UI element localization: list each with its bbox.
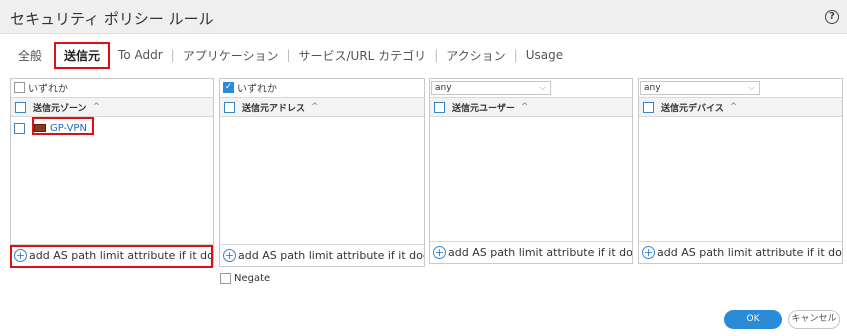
tab-bar: 全般 送信元 To Addr | アプリケーション | サービス/URL カテゴ… (12, 41, 569, 69)
column-header-source-zone[interactable]: 送信元ゾーン ^ (11, 97, 213, 117)
any-checkbox[interactable] (14, 82, 25, 93)
select-all-checkbox[interactable] (643, 101, 654, 113)
any-checkbox-checked[interactable]: ✓ (223, 82, 234, 93)
source-user-panel: any ⌵ 送信元ユーザー ^ + add AS path limit attr… (429, 78, 633, 264)
tab-separator: | (513, 48, 518, 62)
tab-action[interactable]: アクション (440, 44, 511, 67)
tab-application[interactable]: アプリケーション (177, 44, 285, 67)
dropdown-row: any ⌵ (639, 79, 842, 96)
add-icon[interactable]: + (223, 249, 236, 262)
footer-label: add AS path limit attribute if it does n… (657, 246, 842, 259)
any-label: いずれか (28, 84, 68, 95)
footer-label: add AS path limit attribute if it does n… (448, 246, 632, 259)
dialog-title-bar: セキュリティ ポリシー ルール ? (0, 0, 847, 34)
select-value: any (644, 82, 661, 93)
chevron-down-icon: ⌵ (539, 82, 546, 93)
sort-caret-icon[interactable]: ^ (521, 102, 529, 112)
column-header-label: 送信元ユーザー (452, 103, 515, 114)
column-header-label: 送信元デバイス (661, 103, 724, 114)
column-header-source-device[interactable]: 送信元デバイス ^ (639, 97, 842, 117)
tab-separator: | (170, 48, 175, 62)
footer-label: add AS path limit attribute if it does n… (29, 249, 213, 262)
add-attribute-footer[interactable]: + add AS path limit attribute if it does… (639, 241, 842, 263)
negate-row: Negate (220, 273, 270, 284)
zone-link-gp-vpn[interactable]: GP-VPN (34, 123, 87, 134)
add-icon[interactable]: + (642, 246, 655, 259)
tab-source[interactable]: 送信元 (54, 41, 111, 69)
help-icon[interactable]: ? (825, 10, 839, 24)
sort-caret-icon[interactable]: ^ (311, 102, 319, 112)
any-label: いずれか (237, 84, 277, 95)
dropdown-row: any ⌵ (430, 79, 632, 96)
tab-to-addr[interactable]: To Addr (112, 45, 169, 65)
source-address-panel: ✓ いずれか 送信元アドレス ^ + add AS path limit att… (219, 78, 425, 267)
negate-label: Negate (234, 273, 271, 284)
zone-icon (34, 124, 46, 132)
sort-caret-icon[interactable]: ^ (730, 102, 738, 112)
chevron-down-icon: ⌵ (748, 82, 755, 93)
select-value: any (435, 82, 452, 93)
sort-caret-icon[interactable]: ^ (93, 102, 101, 112)
add-icon[interactable]: + (14, 249, 27, 262)
footer-label: add AS path limit attribute if it does n… (238, 249, 424, 262)
row-checkbox[interactable] (14, 122, 25, 134)
select-all-checkbox[interactable] (434, 101, 445, 113)
source-zone-panel: いずれか 送信元ゾーン ^ GP-VPN + add AS path limit… (10, 78, 214, 267)
add-attribute-footer[interactable]: + add AS path limit attribute if it does… (430, 241, 632, 263)
tab-usage[interactable]: Usage (520, 45, 569, 65)
source-device-select[interactable]: any ⌵ (640, 80, 760, 95)
negate-checkbox[interactable] (220, 273, 231, 284)
any-row: ✓ いずれか (220, 79, 424, 96)
add-icon[interactable]: + (433, 246, 446, 259)
tab-separator: | (286, 48, 291, 62)
zone-label: GP-VPN (50, 122, 87, 134)
dialog-title: セキュリティ ポリシー ルール (10, 10, 214, 28)
select-all-checkbox[interactable] (15, 101, 26, 113)
column-header-label: 送信元ゾーン (33, 103, 87, 114)
tab-separator: | (434, 48, 439, 62)
cancel-button[interactable]: キャンセル (788, 310, 840, 329)
select-all-checkbox[interactable] (224, 101, 235, 113)
tab-general[interactable]: 全般 (12, 44, 48, 67)
any-row: いずれか (11, 79, 213, 96)
column-header-label: 送信元アドレス (242, 103, 306, 114)
tab-service-url-category[interactable]: サービス/URL カテゴリ (293, 44, 433, 67)
source-user-select[interactable]: any ⌵ (431, 80, 551, 95)
ok-button[interactable]: OK (724, 310, 782, 329)
source-device-panel: any ⌵ 送信元デバイス ^ + add AS path limit attr… (638, 78, 843, 264)
add-attribute-footer[interactable]: + add AS path limit attribute if it does… (220, 244, 424, 266)
column-header-source-address[interactable]: 送信元アドレス ^ (220, 97, 424, 117)
column-header-source-user[interactable]: 送信元ユーザー ^ (430, 97, 632, 117)
add-attribute-footer[interactable]: + add AS path limit attribute if it does… (11, 244, 213, 266)
list-item[interactable]: GP-VPN (11, 119, 87, 137)
